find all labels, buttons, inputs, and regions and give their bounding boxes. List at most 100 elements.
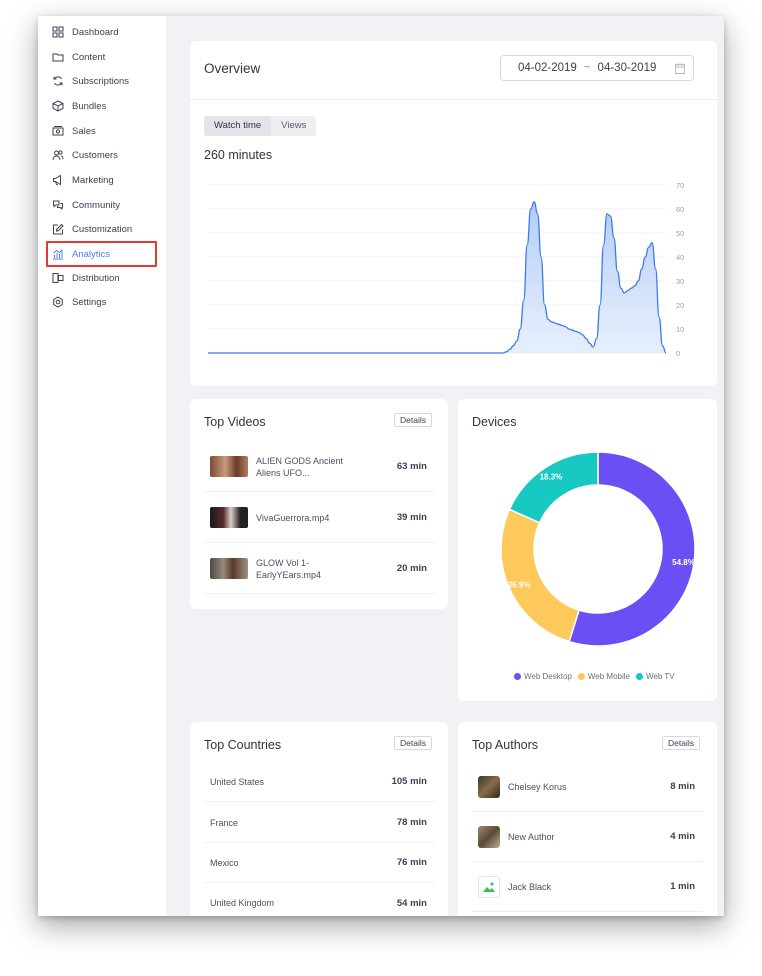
sidebar-item-settings[interactable]: Settings — [52, 294, 106, 310]
author-name: New Author — [508, 831, 555, 842]
metric-tabs: Watch time Views — [204, 116, 317, 136]
slice-label: 54.8% — [672, 558, 695, 567]
table-row[interactable]: United Kingdom 54 min — [204, 883, 435, 916]
y-tick-label: 0 — [676, 349, 680, 358]
country-name: Mexico — [210, 857, 239, 868]
tab-watch-time[interactable]: Watch time — [204, 116, 272, 136]
sidebar: Dashboard Content Subscriptions Bundles … — [38, 16, 166, 916]
top-videos-title: Top Videos — [204, 415, 266, 429]
list-item[interactable]: Chelsey Korus 8 min — [472, 762, 703, 812]
overview-title: Overview — [204, 61, 261, 76]
folder-icon — [52, 53, 64, 62]
app-window: Dashboard Content Subscriptions Bundles … — [38, 16, 724, 916]
chart-icon — [53, 249, 63, 260]
avatar — [478, 825, 500, 848]
sidebar-item-customers[interactable]: Customers — [52, 147, 118, 163]
video-thumbnail — [210, 456, 248, 477]
y-tick-label: 60 — [676, 205, 684, 214]
top-authors-title: Top Authors — [472, 738, 539, 752]
sidebar-item-bundles[interactable]: Bundles — [52, 98, 106, 114]
y-tick-label: 70 — [676, 181, 684, 190]
list-item[interactable]: New Author 4 min — [472, 812, 703, 862]
table-row[interactable]: United States 105 min — [204, 762, 435, 802]
donut-slice[interactable] — [500, 508, 580, 643]
country-minutes: 76 min — [396, 857, 427, 868]
author-minutes: 8 min — [670, 781, 695, 792]
list-item[interactable]: ALIEN GODS Ancient Aliens UFO... 63 min — [204, 442, 435, 492]
sidebar-item-analytics[interactable]: Analytics — [52, 246, 110, 262]
legend-item: Web TV — [635, 672, 675, 681]
devices-card: Devices 54.8% 26.9% 18.3% Web Desktop Web … — [458, 399, 717, 701]
table-row[interactable]: Mexico 76 min — [204, 843, 435, 883]
devices-title: Devices — [472, 415, 517, 429]
table-row[interactable]: France 78 min — [204, 803, 435, 843]
image-placeholder-icon — [478, 875, 500, 898]
list-item[interactable]: Jack Black 1 min — [472, 862, 703, 912]
tab-views[interactable]: Views — [271, 116, 316, 136]
country-minutes: 54 min — [396, 897, 427, 909]
sidebar-item-sales[interactable]: Sales — [52, 123, 96, 139]
video-name: ALIEN GODS Ancient Aliens UFO... — [256, 455, 344, 478]
overview-card: Overview 04-02-2019 ~ 04-30-2019 Watch t… — [190, 41, 717, 386]
share-icon — [52, 273, 64, 283]
y-tick-label: 40 — [676, 253, 684, 262]
sidebar-item-distribution[interactable]: Distribution — [52, 270, 120, 286]
sidebar-item-marketing[interactable]: Marketing — [52, 172, 114, 188]
date-from: 04-02-2019 — [518, 62, 577, 74]
top-videos-card: Top Videos Details ALIEN GODS Ancient Ali… — [190, 399, 448, 609]
video-thumbnail — [210, 558, 248, 579]
top-countries-card: Top Countries Details United States 105 … — [190, 722, 448, 916]
devices-donut-chart: 54.8% 26.9% 18.3% — [500, 451, 696, 647]
video-minutes: 20 min — [396, 563, 427, 574]
list-item[interactable]: GLOW Vol 1- EarlyYEars.mp4 20 min — [204, 544, 435, 594]
y-tick-label: 50 — [676, 229, 684, 238]
sidebar-item-label: Community — [72, 199, 121, 211]
megaphone-icon — [53, 174, 61, 186]
refresh-icon — [53, 76, 63, 86]
sidebar-item-label: Customization — [72, 223, 133, 235]
sidebar-item-label: Bundles — [72, 100, 107, 112]
avatar — [478, 775, 500, 798]
legend-item: Web Desktop — [514, 672, 572, 681]
series-line — [208, 201, 667, 354]
top-authors-details-button[interactable]: Details — [662, 736, 700, 750]
slice-label: 18.3% — [540, 472, 563, 481]
country-minutes: 105 min — [391, 776, 427, 787]
grid-icon — [52, 26, 64, 38]
sidebar-item-subscriptions[interactable]: Subscriptions — [52, 73, 129, 89]
box-icon — [52, 100, 64, 112]
y-tick-label: 20 — [676, 301, 684, 310]
author-name: Chelsey Korus — [508, 781, 567, 792]
top-authors-card: Top Authors Details Chelsey Korus 8 min … — [458, 722, 717, 916]
sidebar-item-label: Analytics — [72, 248, 111, 260]
date-to: 04-30-2019 — [597, 62, 657, 74]
sidebar-item-label: Settings — [72, 296, 107, 308]
calendar-icon — [675, 63, 685, 74]
sidebar-item-community[interactable]: Community — [52, 197, 120, 213]
y-tick-label: 10 — [676, 325, 684, 334]
devices-legend: Web Desktop Web Mobile Web TV — [514, 672, 681, 681]
sidebar-item-customization[interactable]: Customization — [52, 221, 132, 237]
sidebar-item-content[interactable]: Content — [52, 49, 105, 65]
top-videos-details-button[interactable]: Details — [394, 413, 432, 427]
divider — [190, 99, 717, 100]
slice-label: 26.9% — [508, 581, 531, 590]
sidebar-item-label: Sales — [72, 125, 96, 137]
users-icon — [52, 150, 64, 161]
gear-icon — [53, 296, 63, 308]
main-content: Overview 04-02-2019 ~ 04-30-2019 Watch t… — [166, 16, 724, 916]
sidebar-item-dashboard[interactable]: Dashboard — [52, 24, 118, 40]
sidebar-item-label: Subscriptions — [72, 75, 130, 87]
sidebar-item-label: Distribution — [72, 272, 120, 284]
sidebar-item-label: Marketing — [72, 174, 114, 186]
y-tick-label: 30 — [676, 277, 684, 286]
top-countries-details-button[interactable]: Details — [394, 736, 432, 750]
chat-icon — [53, 200, 63, 210]
donut-slice[interactable] — [508, 451, 599, 524]
author-minutes: 4 min — [670, 831, 695, 842]
country-name: United Kingdom — [210, 898, 275, 908]
total-value: 260 minutes — [204, 148, 273, 162]
date-range-picker[interactable]: 04-02-2019 ~ 04-30-2019 — [500, 55, 694, 81]
legend-item: Web Mobile — [577, 672, 630, 681]
list-item[interactable]: VivaGuerrora.mp4 39 min — [204, 493, 435, 543]
